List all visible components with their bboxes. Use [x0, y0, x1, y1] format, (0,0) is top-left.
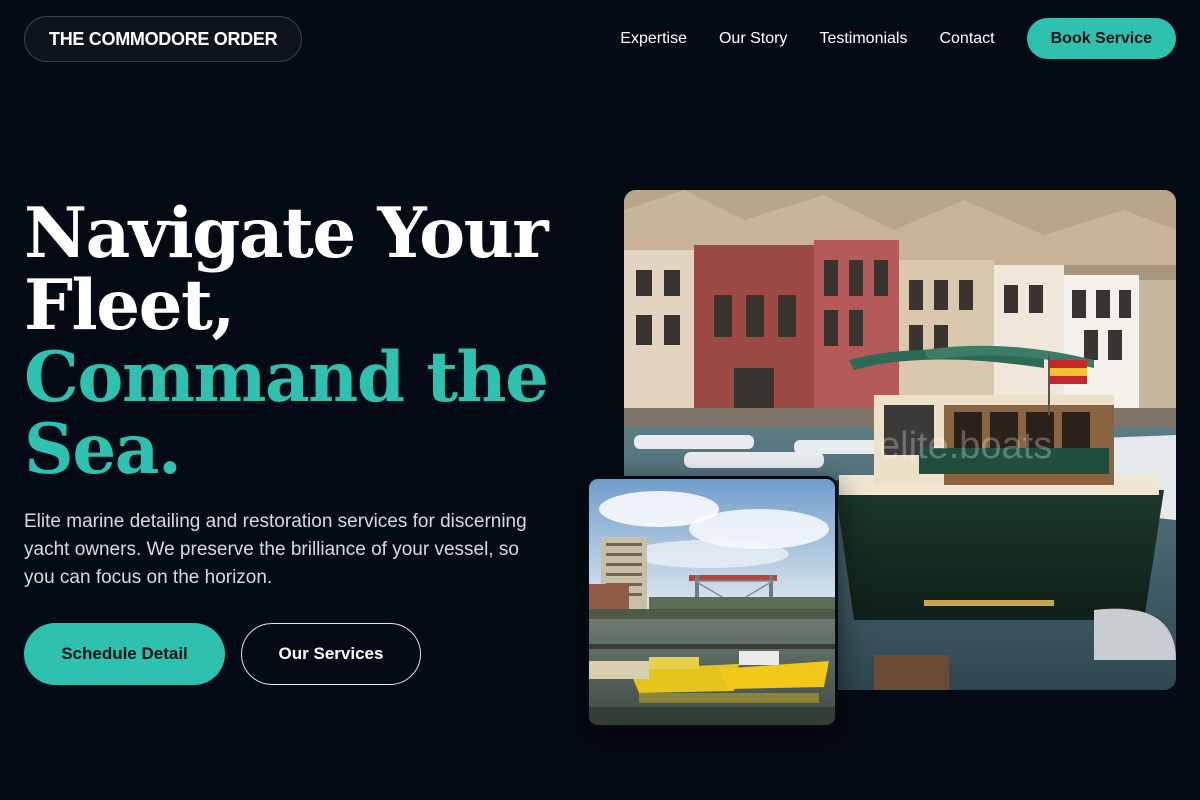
schedule-detail-button[interactable]: Schedule Detail	[24, 623, 225, 685]
main-nav: Expertise Our Story Testimonials Contact…	[620, 18, 1176, 59]
hero-headline: Navigate Your Fleet, Command the Sea.	[24, 198, 584, 486]
book-service-button[interactable]: Book Service	[1026, 18, 1176, 59]
headline-accent-line-2: Sea.	[24, 409, 182, 490]
nav-link-expertise[interactable]: Expertise	[620, 30, 687, 48]
watermark-text: elite.boats	[879, 425, 1052, 467]
nav-link-our-story[interactable]: Our Story	[719, 30, 787, 48]
headline-accent-line-1: Command the	[24, 337, 549, 418]
nav-link-testimonials[interactable]: Testimonials	[819, 30, 907, 48]
nav-link-contact[interactable]: Contact	[939, 30, 994, 48]
headline-line-2: Fleet,	[24, 265, 235, 346]
landing-page: THE COMMODORE ORDER Expertise Our Story …	[0, 0, 1200, 800]
our-services-button[interactable]: Our Services	[241, 623, 421, 685]
brand-logo[interactable]: THE COMMODORE ORDER	[24, 16, 303, 62]
river-harbor-photo	[586, 476, 838, 728]
headline-line-1: Navigate Your	[24, 193, 549, 274]
hero-lead-text: Elite marine detailing and restoration s…	[24, 511, 527, 588]
